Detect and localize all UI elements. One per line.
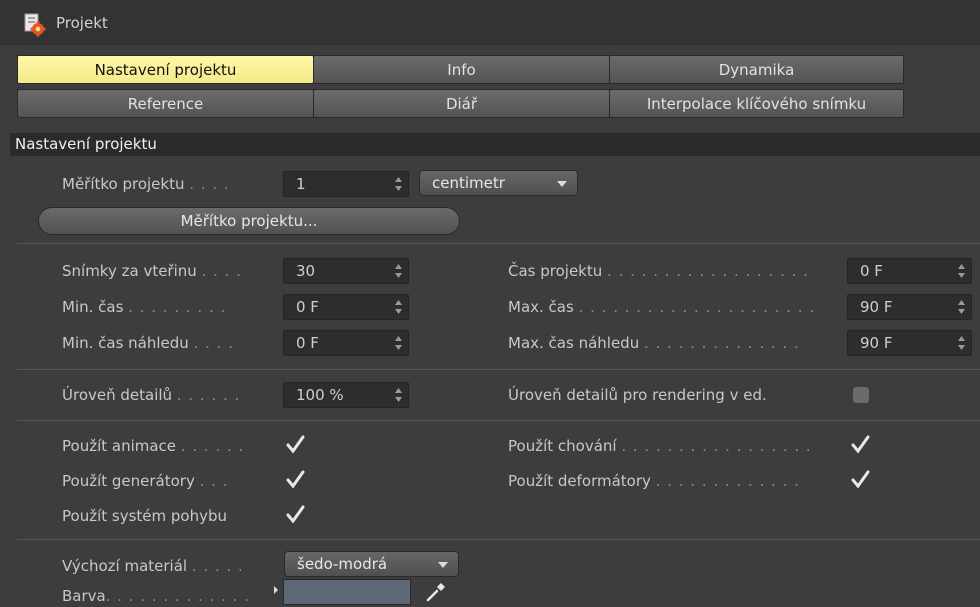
use-animation-label: Použít animace . . . . . . [62, 437, 245, 455]
project-settings-icon [24, 13, 46, 37]
color-swatch[interactable] [283, 579, 411, 605]
project-scale-label: Měřítko projektu . . . . [62, 175, 230, 193]
spinner-arrows-icon[interactable] [395, 264, 402, 278]
color-label: Barva. . . . . . . . . . . . . [62, 587, 250, 605]
chevron-down-icon [438, 562, 448, 568]
divider [17, 369, 980, 370]
divider [17, 420, 980, 421]
spinner-arrows-icon[interactable] [395, 300, 402, 314]
checkmark-icon[interactable] [284, 469, 306, 491]
section-title: Nastavení projektu [15, 135, 157, 153]
render-detail-checkbox[interactable] [853, 387, 869, 403]
level-of-detail-input[interactable]: 100 % [283, 382, 409, 408]
min-preview-time-label: Min. čas náhledu . . . . [62, 334, 234, 352]
spinner-arrows-icon[interactable] [958, 300, 965, 314]
divider [17, 243, 980, 244]
tab-info[interactable]: Info [313, 55, 610, 84]
render-detail-label: Úroveň detailů pro rendering v ed. [508, 386, 767, 404]
window-title: Projekt [56, 14, 108, 32]
use-generators-label: Použít generátory . . . [62, 472, 229, 490]
chevron-down-icon [557, 181, 567, 187]
max-preview-time-label: Max. čas náhledu . . . . . . . . . . . .… [508, 334, 800, 352]
checkmark-icon[interactable] [284, 434, 306, 456]
min-preview-time-input[interactable]: 0 F [283, 330, 409, 356]
tab-reference[interactable]: Reference [17, 89, 314, 118]
fps-label: Snímky za vteřinu . . . . [62, 262, 242, 280]
tab-bar: Nastavení projektu Info Dynamika Referen… [17, 55, 904, 119]
spinner-arrows-icon[interactable] [958, 264, 965, 278]
fps-input[interactable]: 30 [283, 258, 409, 284]
expand-arrow-icon[interactable] [274, 586, 278, 594]
spinner-arrows-icon[interactable] [958, 336, 965, 350]
default-material-label: Výchozí materiál . . . . . [62, 557, 244, 575]
project-time-input[interactable]: 0 F [847, 258, 972, 284]
spinner-arrows-icon[interactable] [395, 177, 402, 191]
use-deformers-label: Použít deformátory . . . . . . . . . . .… [508, 472, 800, 490]
checkmark-icon[interactable] [284, 504, 306, 526]
title-bar: Projekt [0, 0, 980, 45]
default-material-dropdown[interactable]: šedo-modrá [284, 551, 459, 577]
level-of-detail-label: Úroveň detailů . . . . . . [62, 386, 241, 404]
min-time-input[interactable]: 0 F [283, 294, 409, 320]
max-time-input[interactable]: 90 F [847, 294, 972, 320]
project-scale-input[interactable]: 1 [283, 171, 409, 197]
max-time-label: Max. čas . . . . . . . . . . . . . . . .… [508, 298, 816, 316]
unit-dropdown[interactable]: centimetr [419, 170, 578, 196]
project-time-label: Čas projektu . . . . . . . . . . . . . .… [508, 262, 809, 280]
tab-keyframe-interpolation[interactable]: Interpolace klíčového snímku [609, 89, 904, 118]
tab-diary[interactable]: Diář [313, 89, 610, 118]
min-time-label: Min. čas . . . . . . . . . [62, 298, 227, 316]
checkmark-icon[interactable] [849, 434, 871, 456]
checkmark-icon[interactable] [849, 469, 871, 491]
project-scale-button[interactable]: Měřítko projektu... [38, 207, 460, 235]
divider [17, 539, 980, 540]
eyedropper-icon[interactable] [425, 581, 447, 603]
use-motion-system-label: Použít systém pohybu [62, 507, 227, 525]
use-behavior-label: Použít chování . . . . . . . . . . . . .… [508, 437, 812, 455]
spinner-arrows-icon[interactable] [395, 336, 402, 350]
tab-project-settings[interactable]: Nastavení projektu [17, 55, 314, 84]
spinner-arrows-icon[interactable] [395, 388, 402, 402]
max-preview-time-input[interactable]: 90 F [847, 330, 972, 356]
tab-dynamics[interactable]: Dynamika [609, 55, 904, 84]
